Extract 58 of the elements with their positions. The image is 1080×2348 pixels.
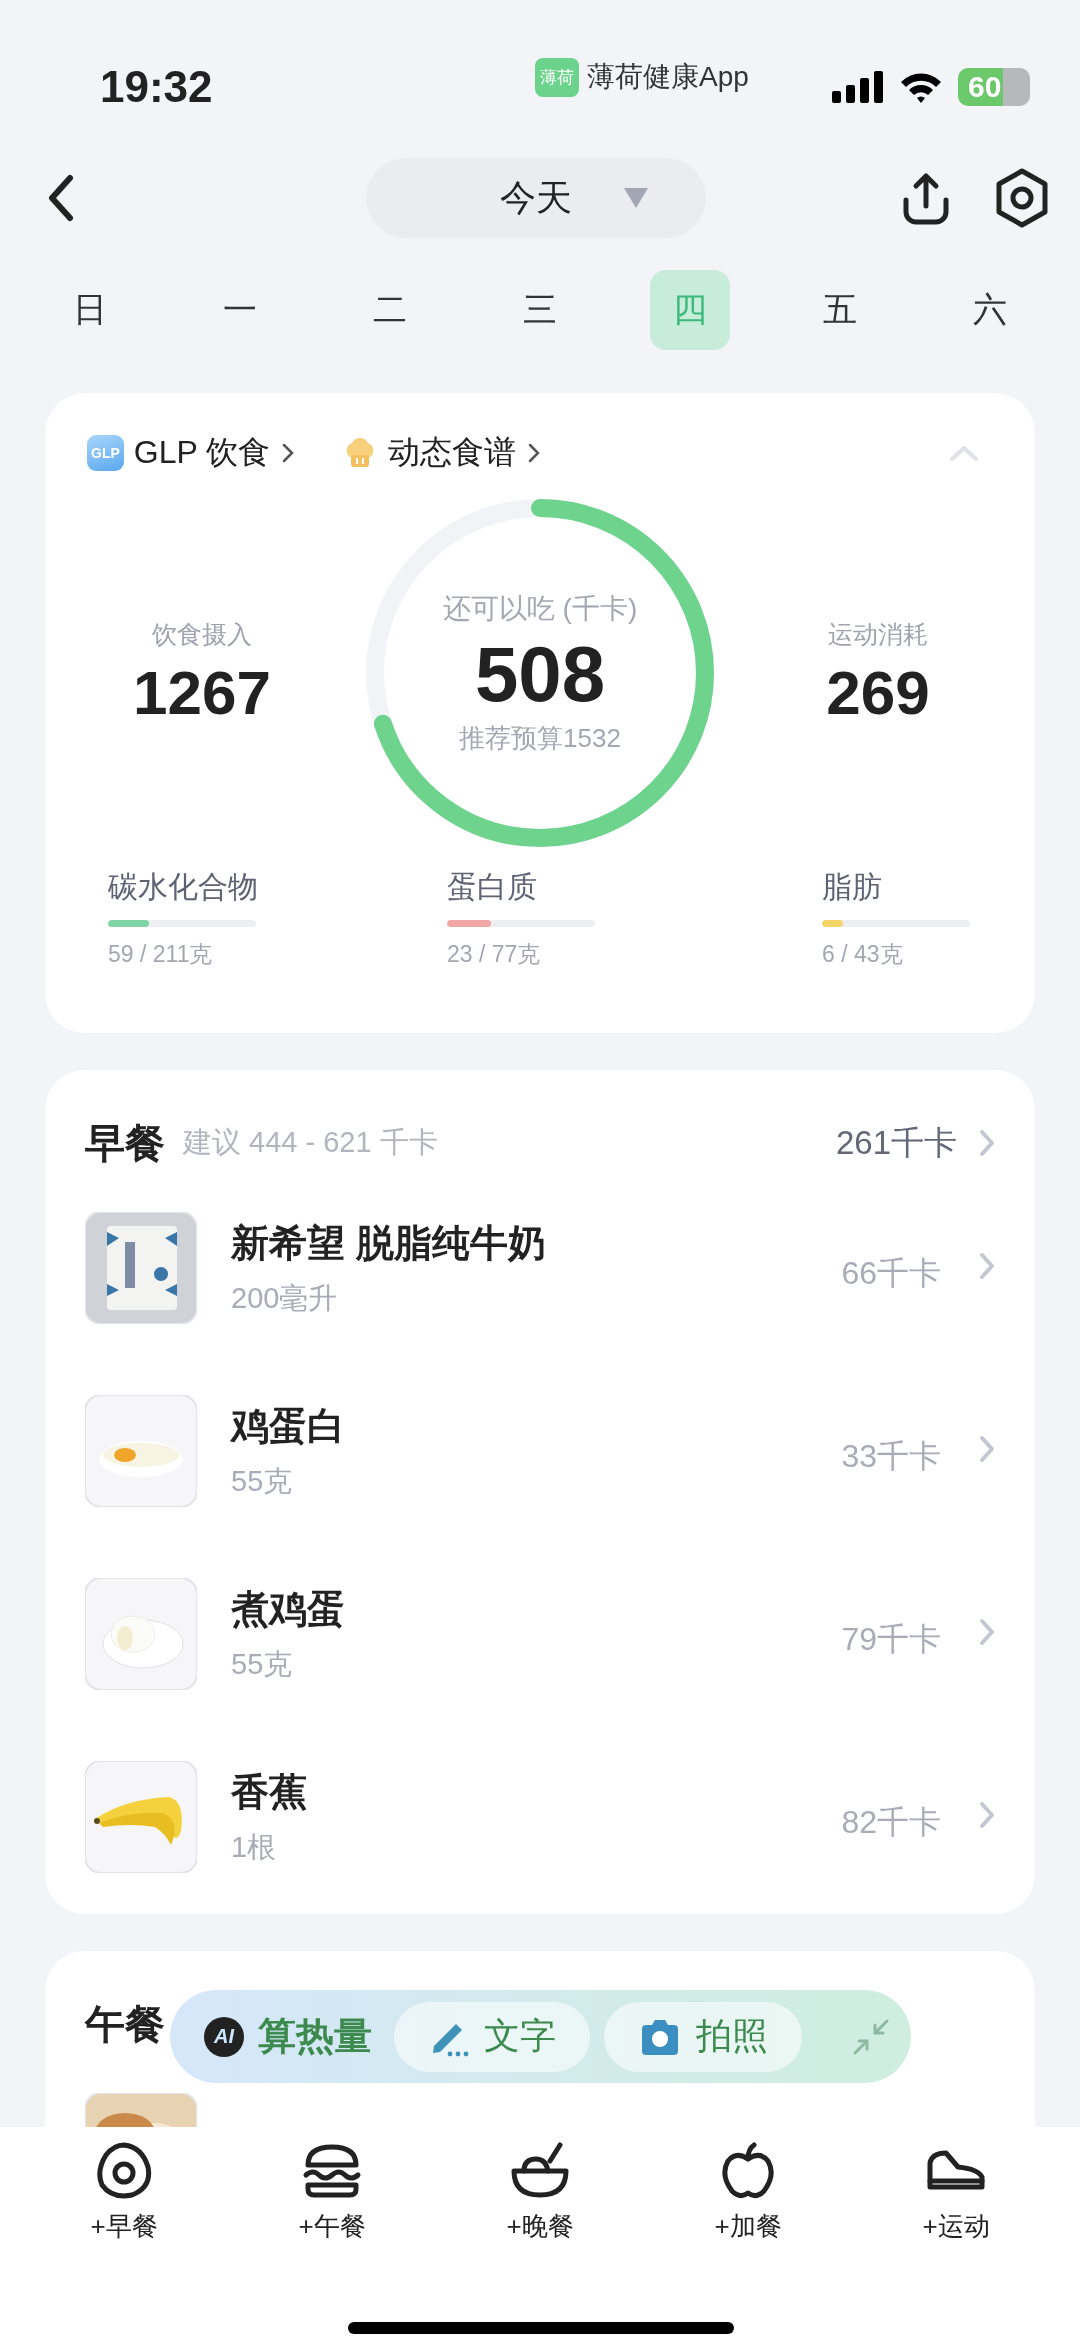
app-name: 薄荷健康App: [587, 60, 749, 94]
food-name: 新希望 脱脂纯牛奶: [231, 1221, 547, 1266]
date-dropdown[interactable]: 今天: [366, 158, 706, 238]
add-entry-button[interactable]: +晚餐: [436, 2127, 644, 2245]
weekday-tab[interactable]: 二: [350, 270, 430, 350]
exercise-value: 269: [826, 657, 930, 728]
food-calories: 82千卡: [841, 1803, 941, 1842]
dropdown-triangle-icon[interactable]: [624, 188, 648, 208]
food-amount: 55克: [231, 1464, 294, 1499]
food-calories: 79千卡: [841, 1620, 941, 1659]
food-amount: 1根: [231, 1830, 278, 1865]
back-icon[interactable]: [46, 174, 76, 222]
ai-badge: AI: [204, 2016, 244, 2057]
macro-reading: 59 / 211克: [108, 940, 214, 969]
intake-label: 饮食摄入: [152, 619, 252, 650]
app-badge: 薄荷: [535, 57, 579, 97]
battery-indicator: 60: [958, 68, 1030, 106]
chevron-icon[interactable]: [528, 443, 541, 463]
exercise-label: 运动消耗: [828, 619, 928, 650]
ai-action-button[interactable]: 文字: [394, 2001, 590, 2072]
meal-title: 午餐: [85, 2000, 165, 2048]
signal-icon: [832, 71, 884, 103]
weekday-tab[interactable]: 日: [50, 270, 130, 350]
budget-text: 推荐预算1532: [459, 722, 621, 756]
meal-suggestion: 建议 444 - 621 千卡: [183, 1125, 438, 1160]
chevron-icon[interactable]: [282, 443, 295, 463]
remaining-value: 508: [474, 631, 606, 718]
ai-action-button[interactable]: 拍照: [604, 2001, 802, 2072]
settings-icon[interactable]: [994, 168, 1050, 228]
add-entry-button[interactable]: +运动: [852, 2127, 1060, 2245]
food-name: 煮鸡蛋: [231, 1587, 346, 1632]
macro-reading: 6 / 43克: [822, 940, 904, 969]
ai-title: 算热量: [258, 2014, 372, 2059]
food-amount: 200毫升: [231, 1281, 339, 1316]
remaining-label: 还可以吃 (千卡): [442, 591, 638, 626]
food-name: 香蕉: [231, 1770, 308, 1815]
glp-diet-link[interactable]: GLP GLP 饮食: [87, 431, 295, 475]
food-calories: 66千卡: [841, 1254, 941, 1293]
collapse-caret-icon[interactable]: [949, 444, 979, 462]
food-amount: 55克: [231, 1647, 294, 1682]
food-calories: 33千卡: [841, 1437, 941, 1476]
add-entry-button[interactable]: +加餐: [644, 2127, 852, 2245]
macro-name: 蛋白质: [447, 869, 538, 905]
macro-name: 碳水化合物: [108, 869, 259, 905]
food-name: 鸡蛋白: [231, 1404, 346, 1449]
weekday-tab[interactable]: 一: [200, 270, 280, 350]
weekday-tab[interactable]: 六: [950, 270, 1030, 350]
add-entry-button[interactable]: +午餐: [228, 2127, 436, 2245]
weekday-tab[interactable]: 五: [800, 270, 880, 350]
meal-title: 早餐: [85, 1119, 165, 1167]
add-entry-button[interactable]: +早餐: [20, 2127, 228, 2245]
meal-total[interactable]: 261千卡: [835, 1120, 957, 1166]
status-time: 19:32: [100, 62, 214, 112]
intake-value: 1267: [133, 657, 271, 728]
recipe-link[interactable]: 动态食谱: [342, 431, 541, 475]
macro-reading: 23 / 77克: [447, 940, 542, 969]
macro-name: 脂肪: [822, 869, 883, 905]
weekday-tab[interactable]: 三: [500, 270, 580, 350]
